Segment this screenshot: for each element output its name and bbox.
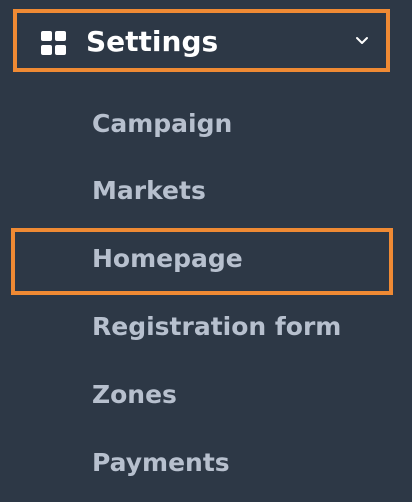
chevron-down-icon[interactable]: [354, 33, 370, 49]
submenu-item-registration-form[interactable]: Registration form: [92, 311, 341, 343]
settings-sidebar: Settings Campaign Markets Homepage Regis…: [0, 0, 412, 502]
grid-icon: [41, 31, 66, 56]
submenu-item-payments[interactable]: Payments: [92, 447, 230, 479]
settings-menu-header[interactable]: Settings: [13, 9, 390, 72]
submenu-item-campaign[interactable]: Campaign: [92, 108, 232, 140]
settings-label: Settings: [86, 25, 219, 58]
submenu-item-zones[interactable]: Zones: [92, 379, 177, 411]
submenu-item-markets[interactable]: Markets: [92, 175, 206, 207]
submenu-item-homepage[interactable]: Homepage: [92, 243, 243, 275]
